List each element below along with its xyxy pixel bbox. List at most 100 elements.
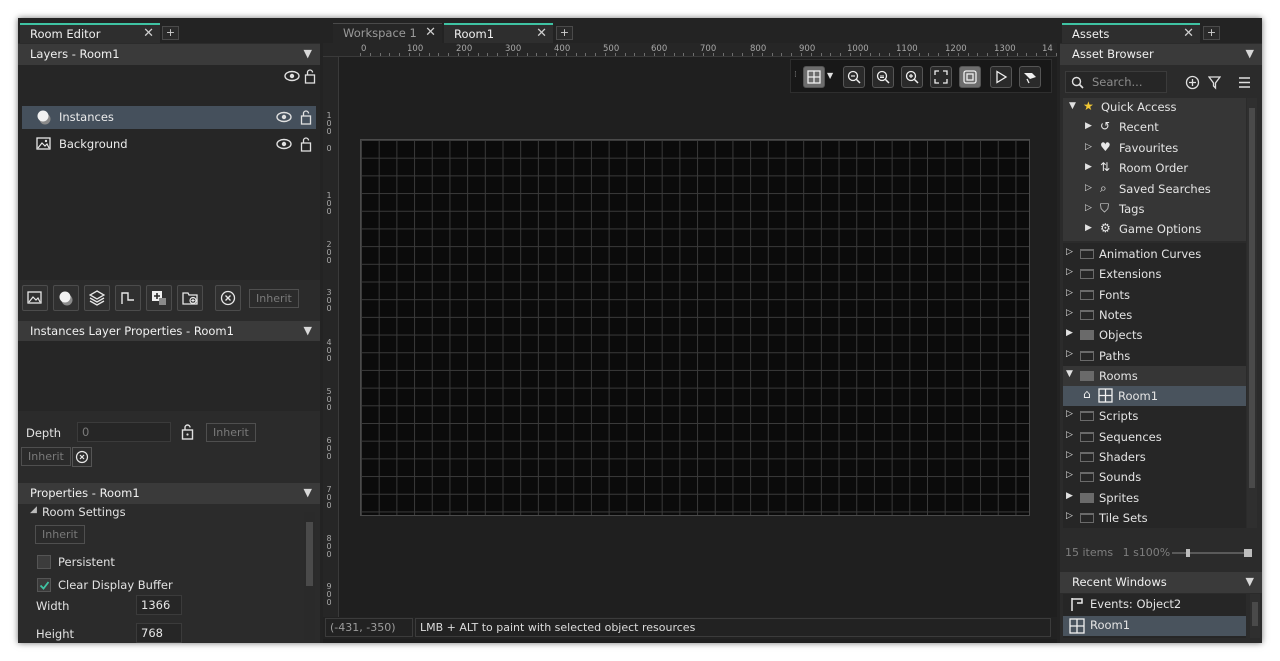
zoom-slider[interactable] (1172, 549, 1252, 557)
expand-arrow-icon[interactable]: ▷ (1066, 409, 1073, 419)
tab-workspace-1[interactable]: Workspace 1 ✕ (333, 23, 442, 43)
chevron-down-icon[interactable]: ▼ (304, 47, 312, 60)
depth-input[interactable]: 0 (77, 422, 171, 442)
asset-folder[interactable]: ▼ Rooms (1063, 365, 1246, 386)
expand-arrow-icon[interactable]: ▷ (1066, 511, 1073, 521)
asset-folder[interactable]: ▷ Tile Sets (1063, 508, 1246, 528)
frame-room-button[interactable] (959, 66, 981, 88)
add-asset-layer-button[interactable] (84, 285, 110, 311)
chevron-down-icon[interactable]: ▼ (304, 486, 312, 499)
asset-scrollbar[interactable] (1247, 98, 1257, 528)
add-tab-button[interactable]: + (1203, 26, 1220, 40)
play-button[interactable] (990, 66, 1012, 88)
expand-arrow-icon[interactable]: ▷ (1066, 430, 1073, 440)
search-input[interactable]: Search... (1065, 71, 1167, 93)
recent-item[interactable]: Room1 (1063, 616, 1246, 636)
scrollbar[interactable] (304, 512, 315, 640)
layer-row-instances[interactable]: Instances (22, 106, 316, 129)
chevron-down-icon[interactable]: ▼ (1246, 575, 1254, 588)
tab-room1[interactable]: Room1 ✕ (444, 23, 553, 43)
expand-arrow-icon[interactable]: ▷ (1085, 183, 1092, 193)
depth-inherit-button[interactable]: Inherit (206, 423, 256, 442)
room-inherit-button[interactable]: Inherit (35, 525, 85, 544)
quick-access-item[interactable]: ▶ ⇅ Room Order (1063, 159, 1246, 179)
asset-folder[interactable]: ▷ Notes (1063, 305, 1246, 325)
properties-header[interactable]: Properties - Room1 ▼ (18, 483, 320, 504)
expand-arrow-icon[interactable]: ▼ (1066, 369, 1073, 379)
collapse-icon[interactable]: ◢ (30, 505, 37, 515)
quick-access-row[interactable]: ▼ ★ Quick Access (1063, 98, 1246, 118)
asset-folder[interactable]: ▷ Extensions (1063, 264, 1246, 284)
grid-toggle-button[interactable] (803, 66, 825, 88)
lock-icon[interactable] (181, 423, 194, 440)
width-input[interactable]: 1366 (136, 595, 182, 615)
expand-arrow-icon[interactable]: ▶ (1066, 328, 1073, 338)
recent-scrollbar[interactable] (1250, 594, 1260, 638)
eye-icon[interactable] (276, 136, 292, 152)
add-path-layer-button[interactable] (115, 285, 141, 311)
slider-handle[interactable] (1186, 549, 1190, 557)
persistent-checkbox[interactable] (37, 555, 51, 569)
lock-icon[interactable] (300, 109, 312, 125)
scroll-thumb[interactable] (306, 522, 313, 586)
asset-folder[interactable]: ▷ Fonts (1063, 285, 1246, 305)
scroll-thumb[interactable] (1249, 108, 1255, 488)
expand-arrow-icon[interactable]: ▶ (1085, 223, 1092, 233)
close-icon[interactable]: ✕ (536, 26, 547, 41)
clear-inherit-button[interactable] (72, 447, 92, 467)
layer-row-background[interactable]: Background (22, 133, 316, 156)
menu-icon[interactable] (1238, 76, 1251, 89)
grid-dropdown-icon[interactable]: ▼ (827, 71, 833, 80)
zoom-out-button[interactable] (843, 66, 865, 88)
layers-header[interactable]: Layers - Room1 ▼ (18, 44, 320, 65)
delete-layer-button[interactable] (215, 285, 241, 311)
filter-icon[interactable] (1208, 75, 1221, 90)
clear-display-checkbox[interactable] (37, 578, 51, 592)
expand-arrow-icon[interactable]: ▷ (1066, 247, 1073, 257)
expand-arrow-icon[interactable]: ▷ (1066, 288, 1073, 298)
close-icon[interactable]: ✕ (143, 26, 154, 41)
tab-room-editor[interactable]: Room Editor ✕ (20, 23, 160, 43)
expand-arrow-icon[interactable]: ▷ (1066, 349, 1073, 359)
expand-arrow-icon[interactable]: ▶ (1085, 121, 1092, 131)
close-icon[interactable]: ✕ (425, 25, 436, 40)
chevron-down-icon[interactable]: ▼ (1246, 47, 1254, 60)
expand-arrow-icon[interactable]: ▷ (1085, 142, 1092, 152)
tab-assets[interactable]: Assets ✕ (1062, 23, 1200, 43)
add-tab-button[interactable]: + (556, 26, 573, 40)
asset-item-room1[interactable]: ⌂ Room1 (1063, 386, 1246, 407)
quick-access-item[interactable]: ▷ ⛉ Tags (1063, 200, 1246, 220)
add-background-layer-button[interactable] (22, 285, 48, 311)
eye-icon[interactable] (284, 68, 300, 84)
recent-windows-header[interactable]: Recent Windows ▼ (1060, 572, 1262, 593)
expand-arrow-icon[interactable]: ▼ (1069, 101, 1076, 111)
asset-folder[interactable]: ▷ Shaders (1063, 447, 1246, 467)
quick-access-item[interactable]: ▶ ⚙ Game Options (1063, 220, 1246, 240)
add-tile-layer-button[interactable] (146, 285, 172, 311)
height-input[interactable]: 768 (136, 623, 182, 643)
chevron-down-icon[interactable]: ▼ (304, 324, 312, 337)
room-grid-canvas[interactable] (360, 139, 1030, 516)
lock-icon[interactable] (304, 68, 316, 84)
expand-arrow-icon[interactable]: ▷ (1066, 450, 1073, 460)
expand-arrow-icon[interactable]: ▷ (1066, 267, 1073, 277)
asset-folder[interactable]: ▷ Paths (1063, 346, 1246, 366)
add-asset-icon[interactable] (1185, 75, 1200, 90)
inherit-button[interactable]: Inherit (21, 447, 71, 466)
instances-props-header[interactable]: Instances Layer Properties - Room1 ▼ (18, 321, 320, 342)
add-tab-button[interactable]: + (162, 26, 179, 40)
asset-folder[interactable]: ▷ Sounds (1063, 467, 1246, 487)
quick-access-item[interactable]: ▷ ♥ Favourites (1063, 139, 1246, 159)
asset-folder[interactable]: ▷ Scripts (1063, 406, 1246, 426)
expand-arrow-icon[interactable]: ▶ (1066, 491, 1073, 501)
quick-access-item[interactable]: ▶ ↺ Recent (1063, 118, 1246, 138)
expand-arrow-icon[interactable]: ▷ (1066, 308, 1073, 318)
eye-icon[interactable] (276, 109, 292, 125)
asset-browser-header[interactable]: Asset Browser ▼ (1060, 44, 1262, 65)
asset-folder[interactable]: ▶ Objects (1063, 325, 1246, 345)
recent-item[interactable]: Events: Object2 (1063, 595, 1246, 615)
zoom-reset-button[interactable] (872, 66, 894, 88)
quick-access-item[interactable]: ▷ ⌕ Saved Searches (1063, 180, 1246, 200)
paint-button[interactable] (1019, 66, 1041, 88)
fit-view-button[interactable] (930, 66, 952, 88)
